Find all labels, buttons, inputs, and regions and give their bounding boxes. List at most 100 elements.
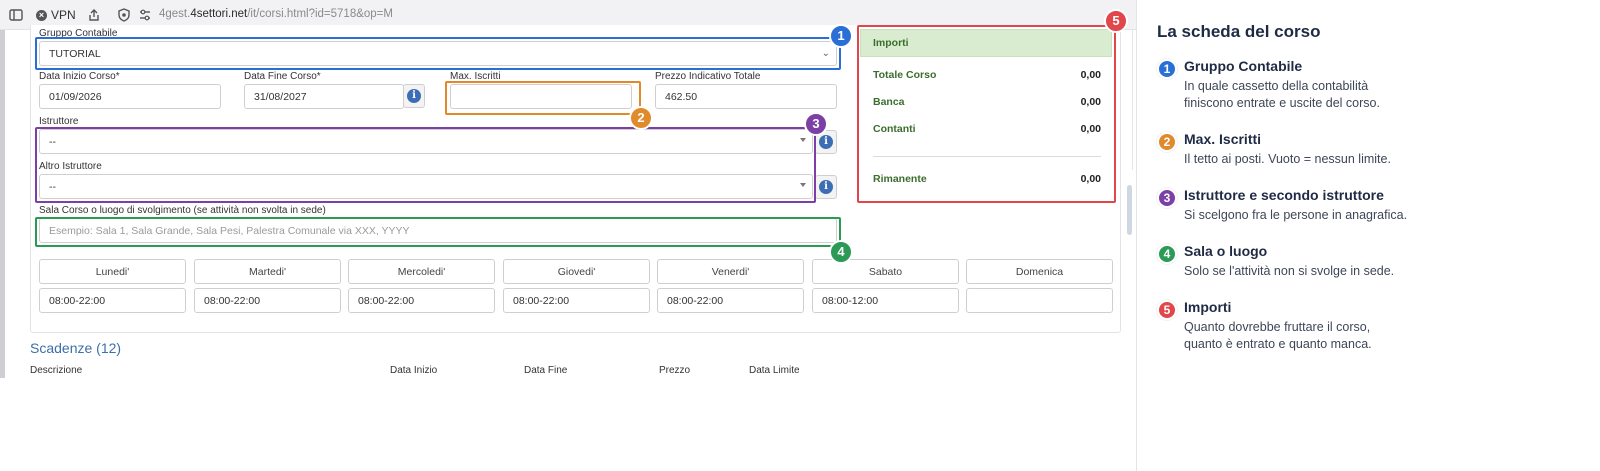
importi-row-contanti: Contanti 0,00	[873, 123, 1101, 135]
importi-row-banca: Banca 0,00	[873, 96, 1101, 108]
day-hours-input[interactable]: 08:00-22:00	[348, 288, 495, 313]
url-path: /it/corsi.html?id=5718&op=M	[247, 8, 393, 20]
vpn-toggle[interactable]: × VPN	[36, 7, 76, 23]
day-hours-input[interactable]: 08:00-22:00	[39, 288, 186, 313]
vpn-label: VPN	[51, 8, 76, 22]
legend-desc-line: In quale cassetto della contabilità	[1184, 79, 1369, 93]
url-prefix: 4gest.	[159, 8, 191, 20]
importi-value: 0,00	[1080, 123, 1101, 135]
callout-badge-2: 2	[629, 106, 653, 130]
data-inizio-value: 01/09/2026	[49, 91, 102, 103]
importi-value: 0,00	[1080, 69, 1101, 81]
max-iscritti-label: Max. Iscritti	[450, 71, 501, 82]
callout-badge-1: 1	[829, 24, 853, 48]
shield-icon[interactable]	[116, 7, 132, 23]
info-icon: i	[407, 89, 421, 103]
explanation-panel: La scheda del corso 1 Gruppo Contabile I…	[1136, 0, 1600, 471]
importi-value: 0,00	[1080, 96, 1101, 108]
legend-desc-line: Solo se l'attività non si svolge in sede…	[1184, 264, 1395, 278]
day-header: Mercoledi'	[348, 259, 495, 284]
data-inizio-label: Data Inizio Corso*	[39, 71, 120, 82]
sala-placeholder: Esempio: Sala 1, Sala Grande, Sala Pesi,…	[49, 225, 410, 237]
importi-header: Importi	[860, 29, 1112, 57]
dropdown-arrow-icon	[800, 138, 806, 142]
importi-row-totale: Totale Corso 0,00	[873, 69, 1101, 81]
importi-value: 0,00	[1080, 173, 1101, 185]
info-icon: i	[819, 180, 833, 194]
legend-desc-3: Si scelgono fra le persone in anagrafica…	[1184, 207, 1484, 224]
importi-label: Totale Corso	[873, 69, 937, 81]
data-inizio-input[interactable]: 01/09/2026	[39, 84, 221, 109]
altro-istruttore-info-button[interactable]: i	[815, 175, 837, 199]
legend-desc-line: Il tetto ai posti. Vuoto = nessun limite…	[1184, 152, 1391, 166]
day-hours-input[interactable]: 08:00-22:00	[657, 288, 804, 313]
gruppo-contabile-select[interactable]: TUTORIAL ⌄	[39, 41, 837, 66]
column-header-data-limite: Data Limite	[749, 365, 800, 376]
callout-badge-4: 4	[829, 240, 853, 264]
day-hours-input[interactable]: 08:00-22:00	[194, 288, 341, 313]
callout-badge-3: 3	[804, 112, 828, 136]
address-bar[interactable]: 4gest.4settori.net/it/corsi.html?id=5718…	[159, 8, 393, 20]
data-fine-input[interactable]: 31/08/2027	[244, 84, 404, 109]
legend-desc-1: In quale cassetto della contabilità finis…	[1184, 78, 1484, 112]
prezzo-value: 462.50	[665, 91, 698, 103]
scrollbar-thumb[interactable]	[1127, 185, 1132, 235]
legend-desc-line: Quanto dovrebbe fruttare il corso,	[1184, 320, 1371, 334]
legend-badge-1: 1	[1157, 59, 1177, 79]
altro-istruttore-select[interactable]: --	[39, 174, 813, 199]
data-fine-label: Data Fine Corso*	[244, 71, 321, 82]
day-header: Giovedi'	[503, 259, 650, 284]
importi-label: Banca	[873, 96, 905, 108]
day-header: Martedi'	[194, 259, 341, 284]
legend-desc-line: Si scelgono fra le persone in anagrafica…	[1184, 208, 1408, 222]
info-icon: i	[819, 135, 833, 149]
day-header: Sabato	[812, 259, 959, 284]
legend-title-2: Max. Iscritti	[1184, 131, 1262, 147]
legend-title-5: Importi	[1184, 299, 1232, 315]
day-header: Venerdi'	[657, 259, 804, 284]
legend-title-1: Gruppo Contabile	[1184, 58, 1303, 74]
legend-desc-line: finiscono entrate e uscite del corso.	[1184, 96, 1380, 110]
callout-badge-5: 5	[1104, 9, 1128, 33]
legend-badge-4: 4	[1157, 244, 1177, 264]
column-header-prezzo: Prezzo	[659, 365, 691, 376]
legend-badge-5: 5	[1157, 300, 1177, 320]
legend-desc-line: quanto è entrato e quanto manca.	[1184, 337, 1372, 351]
day-hours-input[interactable]	[966, 288, 1113, 313]
sala-input[interactable]: Esempio: Sala 1, Sala Grande, Sala Pesi,…	[39, 218, 837, 243]
page-settings-icon[interactable]	[137, 7, 153, 23]
importi-label: Contanti	[873, 123, 916, 135]
altro-istruttore-label: Altro Istruttore	[39, 161, 102, 172]
gruppo-contabile-value: TUTORIAL	[49, 48, 101, 60]
max-iscritti-input[interactable]	[450, 84, 632, 109]
day-hours-input[interactable]: 08:00-22:00	[503, 288, 650, 313]
data-fine-value: 31/08/2027	[254, 91, 307, 103]
chevron-down-icon: ⌄	[821, 48, 830, 59]
data-fine-info-button[interactable]: i	[403, 84, 425, 108]
legend-desc-4: Solo se l'attività non si svolge in sede…	[1184, 263, 1484, 280]
scrollbar-track[interactable]	[1127, 30, 1133, 170]
column-header-data-inizio: Data Inizio	[390, 365, 438, 376]
day-header: Lunedi'	[39, 259, 186, 284]
istruttore-value: --	[49, 136, 56, 148]
istruttore-label: Istruttore	[39, 116, 79, 127]
legend-title-4: Sala o luogo	[1184, 243, 1268, 259]
sala-label: Sala Corso o luogo di svolgimento (se at…	[39, 205, 326, 216]
window-edge	[0, 30, 5, 378]
column-header-descrizione: Descrizione	[30, 365, 83, 376]
legend-badge-2: 2	[1157, 132, 1177, 152]
sidebar-toggle-icon[interactable]	[8, 7, 24, 23]
day-hours-input[interactable]: 08:00-12:00	[812, 288, 959, 313]
legend-title-3: Istruttore e secondo istruttore	[1184, 187, 1384, 203]
prezzo-input[interactable]: 462.50	[655, 84, 837, 109]
istruttore-select[interactable]: --	[39, 129, 813, 154]
gruppo-contabile-label: Gruppo Contabile	[39, 28, 118, 39]
scadenze-title[interactable]: Scadenze (12)	[30, 340, 121, 356]
day-header: Domenica	[966, 259, 1113, 284]
legend-desc-2: Il tetto ai posti. Vuoto = nessun limite…	[1184, 151, 1484, 168]
share-icon[interactable]	[86, 7, 102, 23]
legend-badge-3: 3	[1157, 188, 1177, 208]
legend-desc-5: Quanto dovrebbe fruttare il corso, quanto…	[1184, 319, 1484, 353]
dropdown-arrow-icon	[800, 183, 806, 187]
altro-istruttore-value: --	[49, 181, 56, 193]
